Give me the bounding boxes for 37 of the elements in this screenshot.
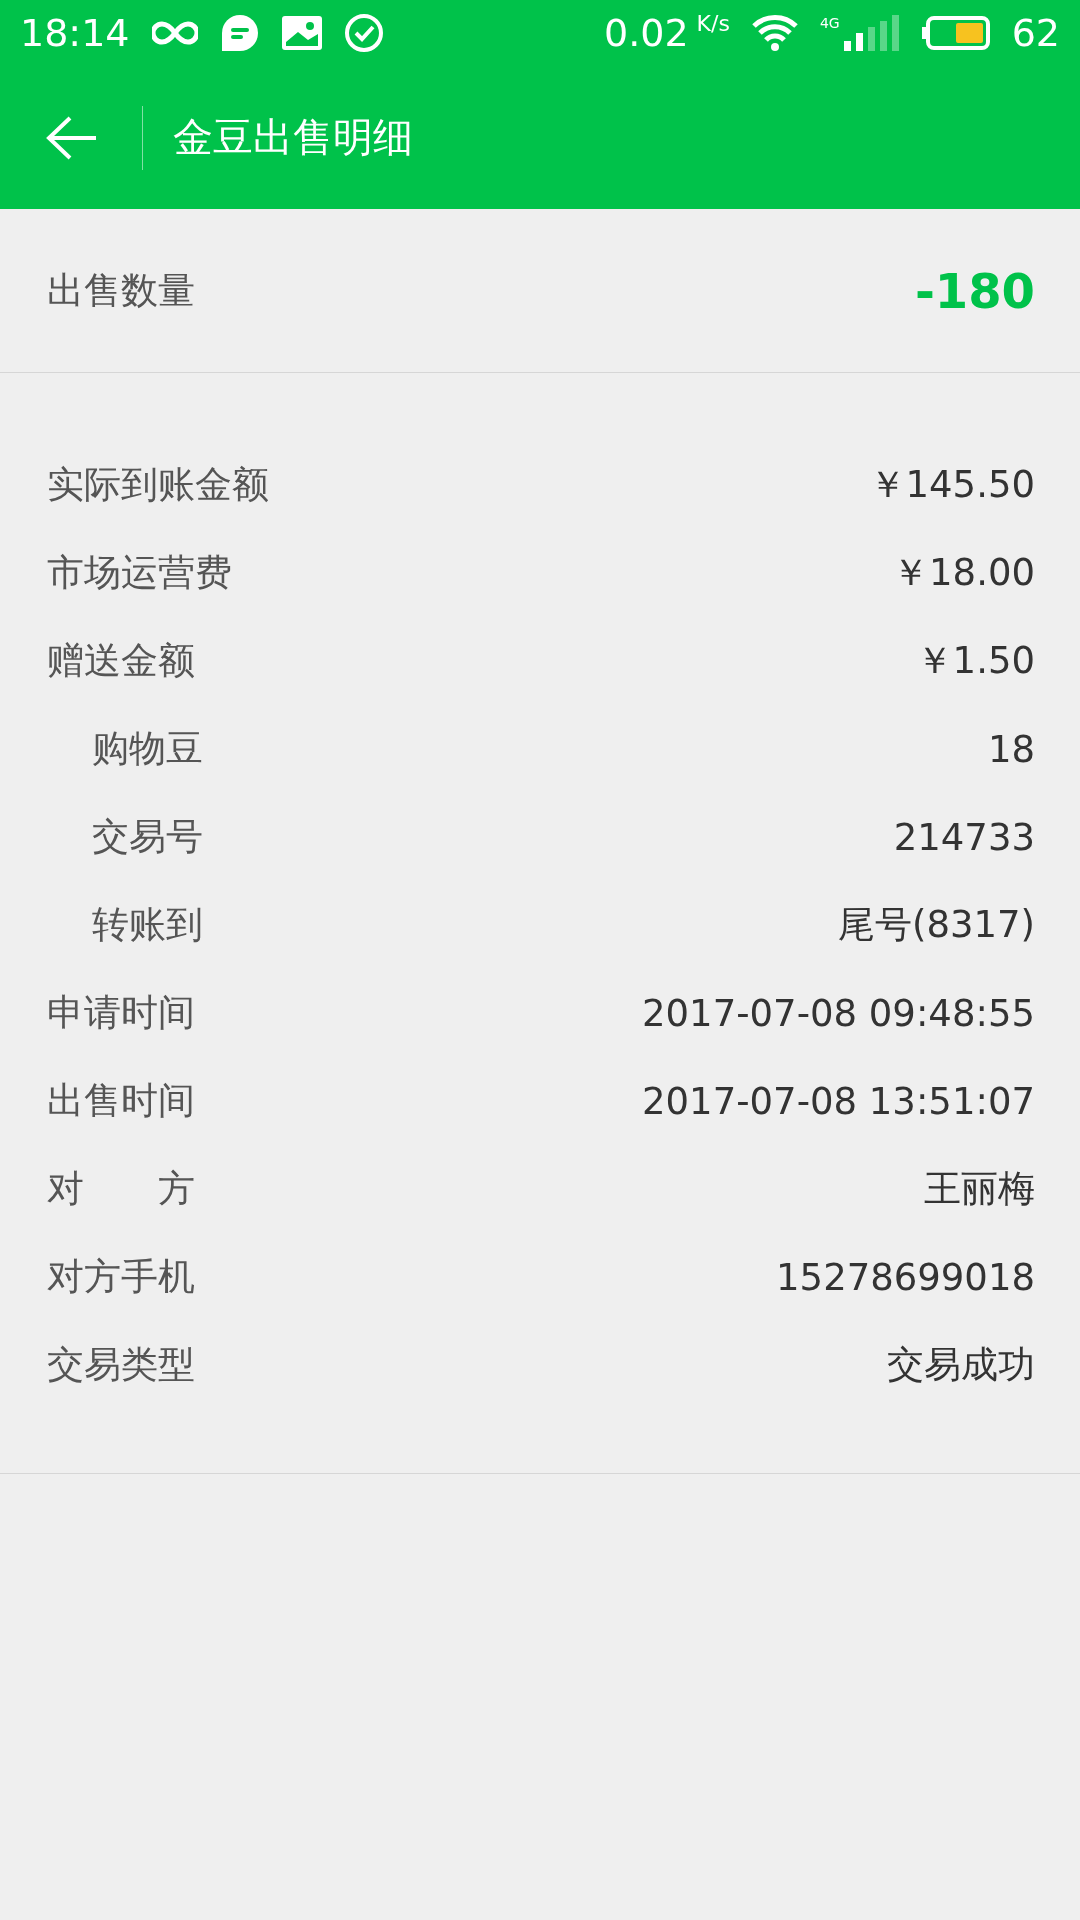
detail-label: 对方手机 bbox=[47, 1254, 195, 1300]
detail-value: 2017-07-08 09:48:55 bbox=[642, 991, 1035, 1035]
detail-label: 申请时间 bbox=[47, 990, 195, 1036]
chat-icon bbox=[219, 13, 260, 53]
detail-label: 实际到账金额 bbox=[47, 462, 269, 508]
page-title: 金豆出售明细 bbox=[173, 113, 413, 162]
signal-icon bbox=[843, 15, 900, 51]
check-circle-icon bbox=[343, 13, 384, 53]
network-type: 4G bbox=[819, 15, 840, 31]
detail-label: 市场运营费 bbox=[47, 550, 232, 596]
detail-value: ￥18.00 bbox=[892, 550, 1035, 596]
wifi-icon bbox=[751, 14, 798, 52]
detail-label: 出售时间 bbox=[47, 1078, 195, 1124]
network-speed: 0.02 bbox=[603, 11, 689, 55]
status-time: 18:14 bbox=[20, 11, 130, 55]
summary-label: 出售数量 bbox=[47, 267, 195, 314]
summary-value: -180 bbox=[914, 262, 1035, 319]
detail-value: 214733 bbox=[893, 815, 1035, 859]
detail-label: 购物豆 bbox=[91, 726, 203, 772]
detail-value: 15278699018 bbox=[776, 1255, 1035, 1299]
battery-icon bbox=[921, 16, 990, 50]
detail-label: 对 方 bbox=[47, 1166, 195, 1212]
detail-value: ￥1.50 bbox=[915, 638, 1035, 684]
detail-label: 赠送金额 bbox=[47, 638, 195, 684]
detail-value: 尾号(8317) bbox=[837, 902, 1035, 948]
detail-value: 王丽梅 bbox=[924, 1166, 1035, 1212]
image-icon bbox=[281, 16, 322, 50]
speed-unit: K/s bbox=[696, 11, 730, 36]
detail-value: ￥145.50 bbox=[868, 462, 1035, 508]
infinity-icon bbox=[151, 20, 198, 46]
detail-label: 交易号 bbox=[91, 814, 203, 860]
detail-label: 交易类型 bbox=[47, 1342, 195, 1388]
detail-value: 交易成功 bbox=[887, 1342, 1035, 1388]
detail-label: 转账到 bbox=[91, 902, 203, 948]
detail-value: 18 bbox=[987, 727, 1035, 771]
battery-percent: 62 bbox=[1011, 11, 1060, 55]
detail-value: 2017-07-08 13:51:07 bbox=[642, 1079, 1035, 1123]
